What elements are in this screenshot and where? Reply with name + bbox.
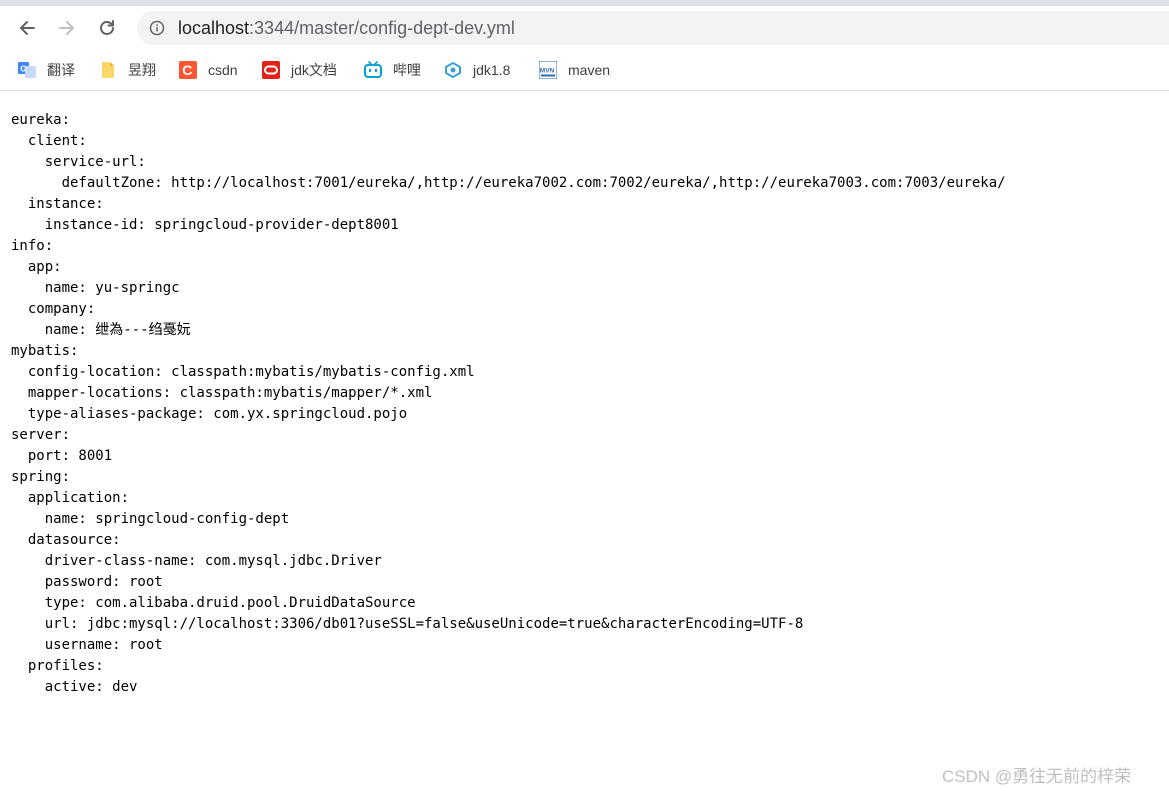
yaml-line: instance: <box>11 196 104 212</box>
yaml-line: application: <box>11 490 130 506</box>
info-icon[interactable] <box>149 20 165 36</box>
yaml-content: eureka: client: service-url: defaultZone… <box>11 110 1006 698</box>
reload-button[interactable] <box>93 14 121 42</box>
svg-text:MVN: MVN <box>540 68 555 75</box>
translate-icon: G <box>18 61 36 79</box>
yaml-line: active: dev <box>11 679 138 695</box>
yaml-line: defaultZone: http://localhost:7001/eurek… <box>11 175 1006 191</box>
bookmark-label: 翻译 <box>47 62 75 78</box>
svg-text:G: G <box>20 65 26 74</box>
back-arrow-icon <box>20 21 35 35</box>
bookmark-jdk-docs[interactable]: jdk文档 <box>262 59 337 81</box>
folder-icon <box>99 61 117 79</box>
yaml-line: server: <box>11 427 71 443</box>
url-host: localhost <box>178 18 250 38</box>
yaml-line: name: springcloud-config-dept <box>11 511 290 527</box>
yaml-line: url: jdbc:mysql://localhost:3306/db01?us… <box>11 616 804 632</box>
bookmark-yuxiang[interactable]: 昱翔 <box>99 59 156 81</box>
yaml-line: instance-id: springcloud-provider-dept80… <box>11 217 399 233</box>
yaml-line: info: <box>11 238 54 254</box>
yaml-line: type-aliases-package: com.yx.springcloud… <box>11 406 408 422</box>
svg-text:C: C <box>182 62 192 78</box>
address-url[interactable]: localhost:3344/master/config-dept-dev.ym… <box>178 17 515 39</box>
yaml-line: datasource: <box>11 532 121 548</box>
bookmark-label: maven <box>568 62 611 78</box>
bookmark-label: 哔哩 <box>393 62 421 78</box>
bookmark-label: 昱翔 <box>128 62 156 78</box>
bookmark-bilibili[interactable]: 哔哩 <box>364 59 421 81</box>
yaml-line: username: root <box>11 637 163 653</box>
bookmark-label: csdn <box>208 62 238 78</box>
reload-icon <box>100 20 114 35</box>
oracle-icon <box>262 61 280 79</box>
bookmark-translate[interactable]: G 翻译 <box>18 59 75 81</box>
watermark: CSDN @勇往无前的梓荣 <box>942 767 1132 786</box>
yaml-line: eureka: <box>11 112 71 128</box>
browser-toolbar: localhost:3344/master/config-dept-dev.ym… <box>0 6 1169 50</box>
yaml-line: company: <box>11 301 96 317</box>
bookmark-maven[interactable]: MVN maven <box>539 59 610 81</box>
csdn-icon: C <box>179 61 197 79</box>
yaml-line: name: 绁為---绉戞妧 <box>11 322 191 338</box>
bookmark-label: jdk文档 <box>291 62 337 78</box>
yaml-line: password: root <box>11 574 163 590</box>
yaml-line: type: com.alibaba.druid.pool.DruidDataSo… <box>11 595 416 611</box>
forward-button[interactable] <box>53 14 81 42</box>
yaml-line: config-location: classpath:mybatis/mybat… <box>11 364 475 380</box>
bookmark-label: jdk1.8 <box>473 62 511 78</box>
bookmarks-bar: G 翻译 昱翔 C csdn jdk文档 哔哩 jdk1.8 MVN maven <box>0 50 1169 91</box>
yaml-line: driver-class-name: com.mysql.jdbc.Driver <box>11 553 382 569</box>
forward-arrow-icon <box>59 21 74 35</box>
bookmark-csdn[interactable]: C csdn <box>179 59 238 81</box>
yaml-line: name: yu-springc <box>11 280 180 296</box>
bookmark-jdk18[interactable]: jdk1.8 <box>444 59 510 81</box>
yaml-line: mybatis: <box>11 343 79 359</box>
bilibili-icon <box>364 61 382 79</box>
yaml-line: port: 8001 <box>11 448 113 464</box>
back-button[interactable] <box>13 14 41 42</box>
yaml-line: spring: <box>11 469 71 485</box>
maven-icon: MVN <box>539 61 557 79</box>
address-bar[interactable]: localhost:3344/master/config-dept-dev.ym… <box>137 11 1169 45</box>
yaml-line: profiles: <box>11 658 104 674</box>
jdk-icon <box>444 61 462 79</box>
yaml-line: mapper-locations: classpath:mybatis/mapp… <box>11 385 433 401</box>
yaml-line: service-url: <box>11 154 146 170</box>
yaml-line: client: <box>11 133 87 149</box>
url-path: :3344/master/config-dept-dev.yml <box>249 18 515 38</box>
yaml-line: app: <box>11 259 62 275</box>
